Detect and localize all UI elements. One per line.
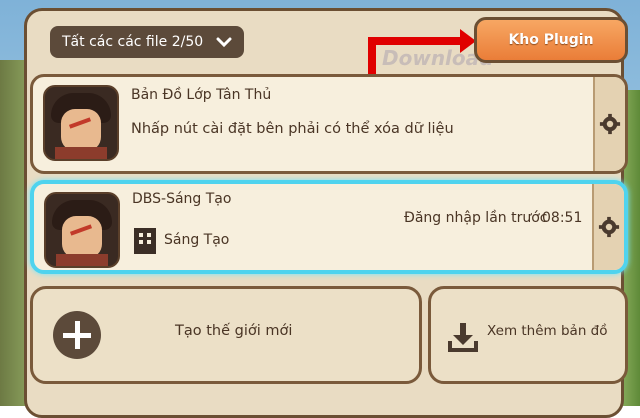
map-description: Nhấp nút cài đặt bên phải có thể xóa dữ …	[131, 121, 454, 137]
file-filter-label: Tất các các file 2/50	[62, 34, 204, 50]
create-world-label: Tạo thế giới mới	[175, 323, 293, 339]
file-filter-dropdown[interactable]: Tất các các file 2/50	[50, 26, 244, 58]
chevron-down-icon	[216, 37, 232, 48]
gear-icon	[598, 216, 620, 238]
create-world-button[interactable]: Tạo thế giới mới	[30, 286, 422, 384]
map-mode-label: Sáng Tạo	[164, 232, 230, 248]
map-card[interactable]: Bản Đồ Lớp Tân Thủ Nhấp nút cài đặt bên …	[30, 74, 628, 174]
map-card-selected[interactable]: DBS-Sáng Tạo Sáng Tạo Đăng nhập lần trướ…	[30, 180, 628, 274]
creative-mode-icon	[134, 228, 156, 254]
last-login-label: Đăng nhập lần trước	[404, 210, 548, 226]
map-avatar	[44, 192, 120, 268]
map-settings-button[interactable]	[593, 77, 625, 171]
more-maps-label: Xem thêm bản đồ	[487, 323, 608, 339]
download-icon	[448, 323, 478, 352]
map-title: Bản Đồ Lớp Tân Thủ	[131, 87, 272, 103]
map-settings-button[interactable]	[592, 184, 624, 270]
annotation-arrow-shaft	[368, 37, 464, 45]
last-login-time: 08:51	[542, 210, 583, 226]
gear-icon	[599, 113, 621, 135]
more-maps-button[interactable]: Xem thêm bản đồ	[428, 286, 628, 384]
plugin-store-button[interactable]: Kho Plugin	[474, 17, 628, 63]
map-title: DBS-Sáng Tạo	[132, 191, 232, 207]
map-avatar	[43, 85, 119, 161]
plus-icon	[53, 311, 101, 359]
